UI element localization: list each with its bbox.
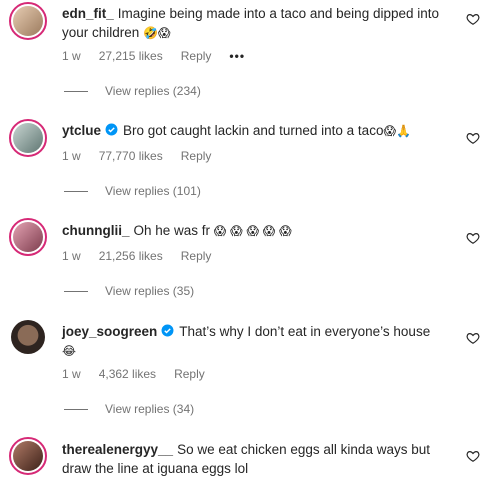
verified-badge-icon [161,324,174,337]
reply-button[interactable]: Reply [181,249,212,263]
comment-text: Oh he was fr [133,223,211,238]
comment-body: edn_fit_ Imagine being made into a taco a… [62,4,457,43]
heart-icon[interactable] [466,231,480,245]
avatar[interactable] [9,218,47,256]
comment-body: ytclue Bro got caught lackin and turned i… [62,121,457,141]
avatar[interactable] [9,2,47,40]
view-replies-label: View replies (34) [105,402,195,416]
view-replies-button[interactable]: View replies (34) [64,402,194,416]
view-replies-label: View replies (101) [105,184,201,198]
more-options-icon[interactable]: ••• [229,49,245,63]
avatar[interactable] [11,320,45,354]
comment-time: 1 w [62,367,81,381]
reply-button[interactable]: Reply [181,49,212,63]
heart-icon[interactable] [466,331,480,345]
divider [64,190,88,192]
reply-button[interactable]: Reply [181,149,212,163]
comment-time: 1 w [62,249,81,263]
comment-text: Imagine being made into a taco and being… [62,6,440,40]
comment-body: chunnglii_ Oh he was fr 😱 😱 😱 😱 😱 [62,221,457,241]
heart-icon[interactable] [466,131,480,145]
comment-emojis: 😱 😱 😱 😱 😱 [213,224,292,238]
heart-icon[interactable] [466,449,480,463]
comment-meta: 1 w 27,215 likes Reply ••• [62,49,245,63]
divider [64,290,88,292]
comment-body: therealenergyy__ So we eat chicken eggs a… [62,440,457,478]
comment-username[interactable]: chunnglii_ [62,223,130,238]
avatar[interactable] [9,119,47,157]
comment-meta: 1 w 21,256 likes Reply [62,249,211,263]
avatar[interactable] [9,437,47,475]
heart-icon[interactable] [466,12,480,26]
comment-body: joey_soogreen That’s why I don’t eat in e… [62,322,457,361]
divider [64,90,88,92]
comment-likes[interactable]: 77,770 likes [99,149,163,163]
comment-likes[interactable]: 21,256 likes [99,249,163,263]
comment-meta: 1 w 77,770 likes Reply [62,149,211,163]
comment-time: 1 w [62,49,81,63]
verified-badge-icon [105,123,118,136]
comment-text: Bro got caught lackin and turned into a … [123,123,384,138]
comment-emojis: 🤣😱 [143,26,171,40]
view-replies-label: View replies (35) [105,284,195,298]
view-replies-button[interactable]: View replies (101) [64,184,201,198]
comment-likes[interactable]: 4,362 likes [99,367,156,381]
comment-username[interactable]: ytclue [62,123,101,138]
reply-button[interactable]: Reply [174,367,205,381]
comment-text: That’s why I don’t eat in everyone’s hou… [179,324,431,339]
view-replies-button[interactable]: View replies (35) [64,284,194,298]
comment-time: 1 w [62,149,81,163]
view-replies-label: View replies (234) [105,84,201,98]
comment-likes[interactable]: 27,215 likes [99,49,163,63]
comment-username[interactable]: joey_soogreen [62,324,157,339]
comment-meta: 1 w 4,362 likes Reply [62,367,205,381]
comment-emojis: 😂 [62,344,77,358]
comment-username[interactable]: edn_fit_ [62,6,114,21]
comment-emojis: 😱🙏 [383,124,411,138]
view-replies-button[interactable]: View replies (234) [64,84,201,98]
comment-username[interactable]: therealenergyy__ [62,442,173,457]
divider [64,408,88,410]
